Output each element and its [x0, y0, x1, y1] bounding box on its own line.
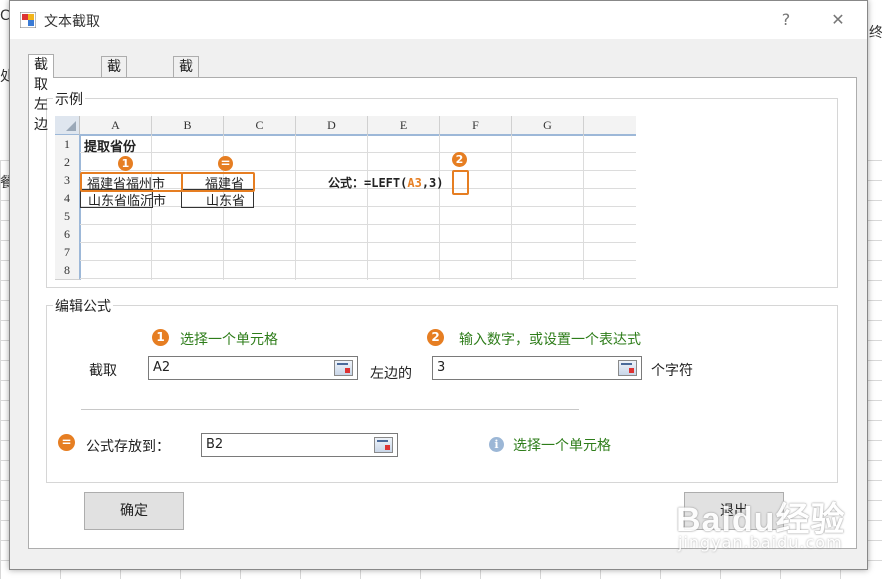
window-title: 文本截取 [44, 14, 100, 30]
column-header: C [224, 116, 296, 136]
column-header: G [512, 116, 584, 136]
step-1-badge: 1 [118, 156, 133, 171]
formula-text: 公式：=LEFT(A3,3) [328, 174, 444, 191]
hint-input-number: 输入数字，或设置一个表达式 [459, 332, 641, 348]
sheet-corner [55, 116, 80, 136]
cell-a3: 福建省福州市 [87, 177, 166, 192]
title-bar: 文本截取 ? ✕ [10, 1, 867, 39]
tab-extract-middle[interactable]: 截取中间 [101, 56, 127, 135]
count-input[interactable]: 3 [432, 356, 642, 380]
divider [81, 409, 579, 410]
chars-label: 个字符 [651, 363, 693, 379]
source-cell-input[interactable]: A2 [148, 356, 358, 380]
tab-extract-left[interactable]: 截取左边 [28, 54, 54, 133]
take-label: 截取 [89, 363, 117, 379]
tab-extract-right[interactable]: 截取右边 [173, 56, 199, 135]
row-header: 4 [55, 189, 81, 208]
cell-b4: 山东省 [206, 194, 246, 209]
target-picker-icon[interactable] [374, 437, 393, 453]
store-badge: = [58, 434, 75, 451]
column-header: E [368, 116, 440, 136]
target-cell-value: B2 [206, 437, 224, 452]
step-2-badge: 2 [452, 152, 467, 167]
row-header: 2 [55, 153, 81, 172]
row-header: 1 [55, 135, 81, 154]
app-icon [20, 12, 36, 28]
column-header: F [440, 116, 512, 136]
row-header: 5 [55, 207, 81, 226]
result-badge: = [218, 156, 233, 171]
formula-suffix: ) [436, 176, 444, 190]
cell-a1: 提取省份 [84, 140, 137, 155]
hint-2-badge: 2 [427, 329, 444, 346]
column-header-blank [584, 116, 636, 136]
source-cell-value: A2 [153, 360, 171, 375]
target-cell-input[interactable]: B2 [201, 433, 398, 457]
formula-prefix: 公式：=LEFT( [328, 176, 408, 190]
column-header: B [152, 116, 224, 136]
hint-1-badge: 1 [152, 329, 169, 346]
formula-ref: A3 [407, 176, 422, 190]
watermark-url: jingyan.baidu.com [678, 533, 843, 552]
hint-select-cell: 选择一个单元格 [180, 332, 278, 348]
column-header: A [80, 116, 152, 136]
row-header: 8 [55, 261, 81, 280]
info-icon: i [489, 437, 504, 452]
cell-picker-icon[interactable] [334, 360, 353, 376]
ok-button[interactable]: 确定 [84, 492, 184, 530]
help-button[interactable]: ? [766, 7, 806, 33]
store-label: 公式存放到： [86, 439, 170, 455]
example-group-title: 示例 [53, 89, 85, 109]
column-header: D [296, 116, 368, 136]
left-label: 左边的 [370, 366, 412, 382]
row-header: 6 [55, 225, 81, 244]
baidu-watermark: Baidu经验 jingyan.baidu.com [676, 488, 846, 558]
cell-a4: 山东省临沂市 [88, 194, 167, 209]
row-header: 3 [55, 171, 81, 190]
row-header: 7 [55, 243, 81, 262]
formula-separator: , [421, 176, 430, 190]
edit-formula-group-title: 编辑公式 [53, 296, 113, 316]
expression-picker-icon[interactable] [618, 360, 637, 376]
example-sheet: A B C D E F G 1 2 3 4 5 6 7 8 提取省份 山东省临沂… [55, 116, 636, 280]
background-fragment: 终 [869, 25, 882, 41]
count-value: 3 [437, 360, 446, 375]
highlight-number [452, 170, 469, 195]
target-hint: 选择一个单元格 [513, 438, 611, 454]
cell-b3: 福建省 [205, 177, 245, 192]
close-button[interactable]: ✕ [818, 7, 858, 33]
